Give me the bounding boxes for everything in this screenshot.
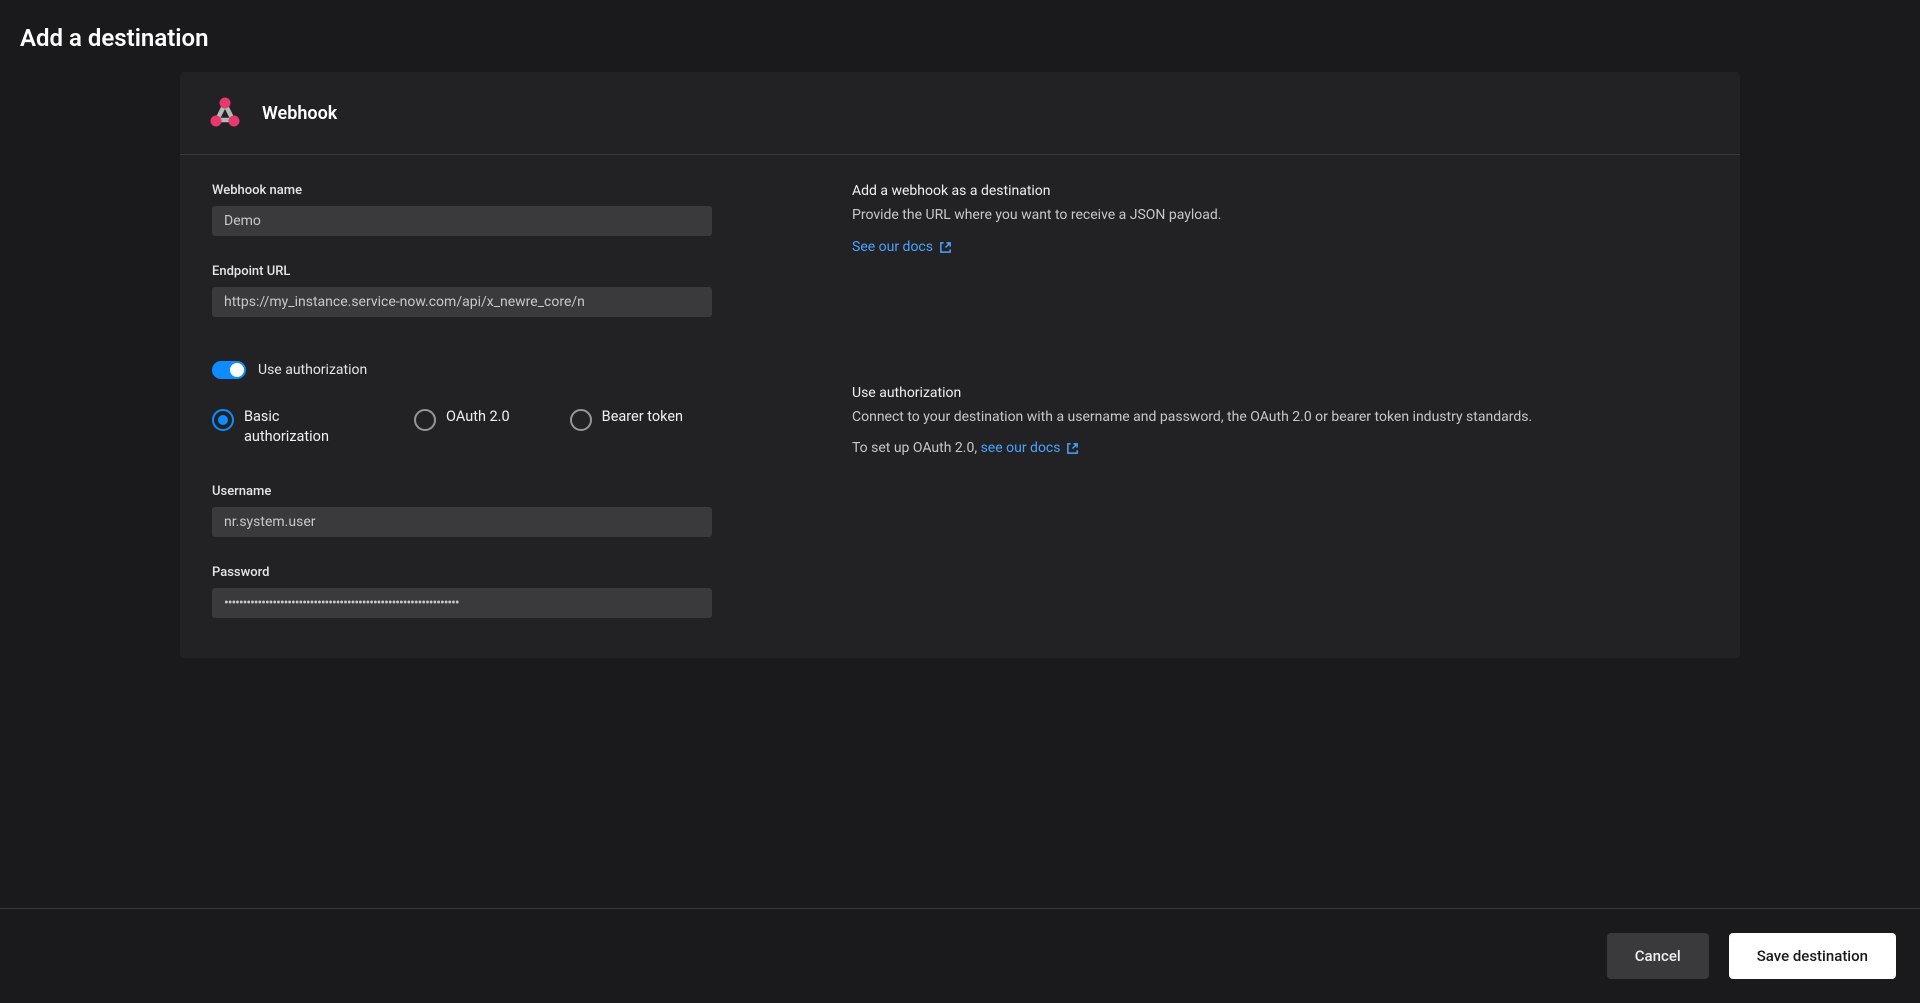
toggle-knob (230, 363, 244, 377)
webhook-icon (204, 92, 246, 134)
auth-info-heading: Use authorization (852, 385, 1708, 401)
footer-bar: Cancel Save destination (0, 908, 1920, 1003)
external-link-icon (1066, 442, 1079, 455)
destination-card: Webhook Webhook name Endpoint URL Use au… (180, 72, 1740, 658)
radio-bearer-label: Bearer token (602, 407, 683, 427)
cancel-button[interactable]: Cancel (1607, 933, 1709, 979)
auth-info-text: Connect to your destination with a usern… (852, 407, 1708, 428)
endpoint-url-input[interactable] (212, 287, 712, 317)
webhook-info-block: Add a webhook as a destination Provide t… (852, 183, 1708, 255)
radio-basic-auth[interactable]: Basic authorization (212, 407, 354, 448)
password-input[interactable] (212, 588, 712, 618)
use-auth-toggle-row: Use authorization (212, 361, 712, 379)
endpoint-url-group: Endpoint URL (212, 264, 712, 317)
password-label: Password (212, 565, 712, 580)
radio-bearer[interactable]: Bearer token (570, 407, 683, 448)
auth-info-block: Use authorization Connect to your destin… (852, 385, 1708, 459)
use-auth-toggle-label: Use authorization (258, 362, 367, 378)
username-input[interactable] (212, 507, 712, 537)
info-column: Add a webhook as a destination Provide t… (852, 183, 1708, 618)
radio-basic-label: Basic authorization (244, 407, 354, 448)
oauth-prefix-text: To set up OAuth 2.0, (852, 440, 981, 456)
radio-circle-icon (570, 409, 592, 431)
radio-oauth-label: OAuth 2.0 (446, 407, 510, 427)
oauth-docs-link[interactable]: see our docs (981, 438, 1080, 459)
username-group: Username (212, 484, 712, 537)
oauth-setup-line: To set up OAuth 2.0, see our docs (852, 438, 1708, 459)
password-group: Password (212, 565, 712, 618)
radio-oauth[interactable]: OAuth 2.0 (414, 407, 510, 448)
endpoint-url-label: Endpoint URL (212, 264, 712, 279)
page-title: Add a destination (0, 0, 1920, 72)
save-destination-button[interactable]: Save destination (1729, 933, 1896, 979)
use-auth-toggle[interactable] (212, 361, 246, 379)
radio-circle-icon (414, 409, 436, 431)
see-docs-link-text: See our docs (852, 239, 933, 255)
card-header: Webhook (180, 72, 1740, 155)
card-body: Webhook name Endpoint URL Use authorizat… (180, 155, 1740, 658)
webhook-name-input[interactable] (212, 206, 712, 236)
username-label: Username (212, 484, 712, 499)
form-column: Webhook name Endpoint URL Use authorizat… (212, 183, 712, 618)
webhook-info-text: Provide the URL where you want to receiv… (852, 205, 1708, 226)
webhook-name-group: Webhook name (212, 183, 712, 236)
radio-circle-icon (212, 409, 234, 431)
webhook-name-label: Webhook name (212, 183, 712, 198)
webhook-info-heading: Add a webhook as a destination (852, 183, 1708, 199)
card-header-title: Webhook (262, 103, 337, 124)
oauth-docs-link-text: see our docs (981, 438, 1061, 459)
external-link-icon (939, 241, 952, 254)
auth-type-radio-group: Basic authorization OAuth 2.0 Bearer tok… (212, 407, 712, 448)
see-docs-link[interactable]: See our docs (852, 239, 952, 255)
